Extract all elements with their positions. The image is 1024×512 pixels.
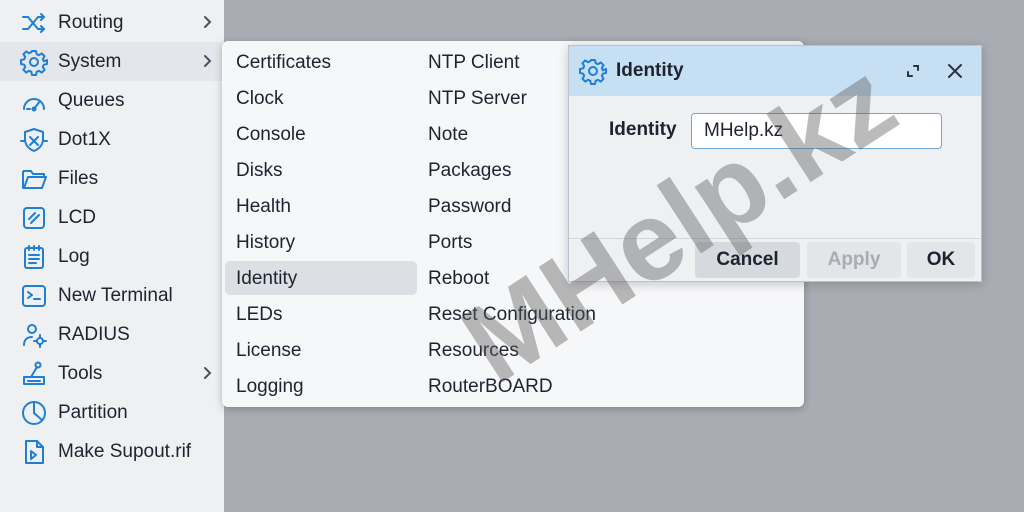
dialog-footer-divider — [569, 238, 981, 239]
sidebar-item-new-terminal[interactable]: New Terminal — [0, 276, 224, 315]
sidebar-item-label: LCD — [58, 207, 97, 228]
apply-button[interactable]: Apply — [807, 242, 901, 278]
chevron-right-icon — [200, 13, 216, 31]
sidebar-item-files[interactable]: Files — [0, 159, 224, 198]
terminal-icon — [20, 282, 48, 310]
menu-item-routerboard[interactable]: RouterBOARD — [417, 369, 647, 403]
menu-item-resources[interactable]: Resources — [417, 333, 647, 367]
identity-field-label: Identity — [609, 119, 677, 140]
ok-button[interactable]: OK — [907, 242, 975, 278]
menu-item-certificates[interactable]: Certificates — [225, 45, 417, 79]
sidebar: Routing System Queues Dot1X Files LCD Lo… — [0, 0, 224, 512]
sidebar-item-label: New Terminal — [58, 285, 173, 306]
sidebar-item-tools[interactable]: Tools — [0, 354, 224, 393]
sidebar-item-radius[interactable]: RADIUS — [0, 315, 224, 354]
cancel-button[interactable]: Cancel — [695, 242, 800, 278]
menu-item-health[interactable]: Health — [225, 189, 417, 223]
sidebar-item-label: Files — [58, 168, 99, 189]
sidebar-item-label: System — [58, 51, 122, 72]
sidebar-item-queues[interactable]: Queues — [0, 81, 224, 120]
sidebar-item-dot1x[interactable]: Dot1X — [0, 120, 224, 159]
close-icon[interactable] — [945, 61, 965, 81]
sidebar-item-label: Partition — [58, 402, 128, 423]
identity-input[interactable] — [691, 113, 942, 149]
menu-item-history[interactable]: History — [225, 225, 417, 259]
dialog-title: Identity — [616, 60, 684, 81]
dot1x-shield-icon — [20, 126, 48, 154]
log-icon — [20, 243, 48, 271]
menu-item-reset-configuration[interactable]: Reset Configuration — [417, 297, 647, 331]
lcd-icon — [20, 204, 48, 232]
identity-dialog: Identity Identity Cancel Apply OK — [568, 45, 982, 282]
sidebar-item-label: Dot1X — [58, 129, 111, 150]
gauge-icon — [20, 87, 48, 115]
sidebar-item-log[interactable]: Log — [0, 237, 224, 276]
sidebar-item-make-supout[interactable]: Make Supout.rif — [0, 432, 224, 471]
menu-item-clock[interactable]: Clock — [225, 81, 417, 115]
gear-icon — [579, 57, 607, 85]
chevron-right-icon — [200, 52, 216, 70]
sidebar-item-lcd[interactable]: LCD — [0, 198, 224, 237]
sidebar-item-label: Tools — [58, 363, 103, 384]
menu-item-identity[interactable]: Identity — [225, 261, 417, 295]
sidebar-item-label: Queues — [58, 90, 125, 111]
dialog-header[interactable]: Identity — [569, 46, 981, 96]
sidebar-item-label: Make Supout.rif — [58, 441, 192, 462]
sidebar-item-label: Log — [58, 246, 90, 267]
tools-icon — [20, 360, 48, 388]
chevron-right-icon — [200, 364, 216, 382]
sidebar-item-partition[interactable]: Partition — [0, 393, 224, 432]
folder-icon — [20, 165, 48, 193]
menu-item-leds[interactable]: LEDs — [225, 297, 417, 331]
gear-icon — [20, 48, 48, 76]
partition-icon — [20, 399, 48, 427]
radius-icon — [20, 321, 48, 349]
sidebar-item-system[interactable]: System — [0, 42, 224, 81]
menu-item-disks[interactable]: Disks — [225, 153, 417, 187]
sidebar-item-label: Routing — [58, 12, 124, 33]
routing-icon — [20, 9, 48, 37]
menu-item-license[interactable]: License — [225, 333, 417, 367]
expand-icon[interactable] — [903, 61, 923, 81]
sidebar-item-label: RADIUS — [58, 324, 130, 345]
menu-item-console[interactable]: Console — [225, 117, 417, 151]
menu-item-logging[interactable]: Logging — [225, 369, 417, 403]
sidebar-item-routing[interactable]: Routing — [0, 3, 224, 42]
supout-file-icon — [20, 438, 48, 466]
